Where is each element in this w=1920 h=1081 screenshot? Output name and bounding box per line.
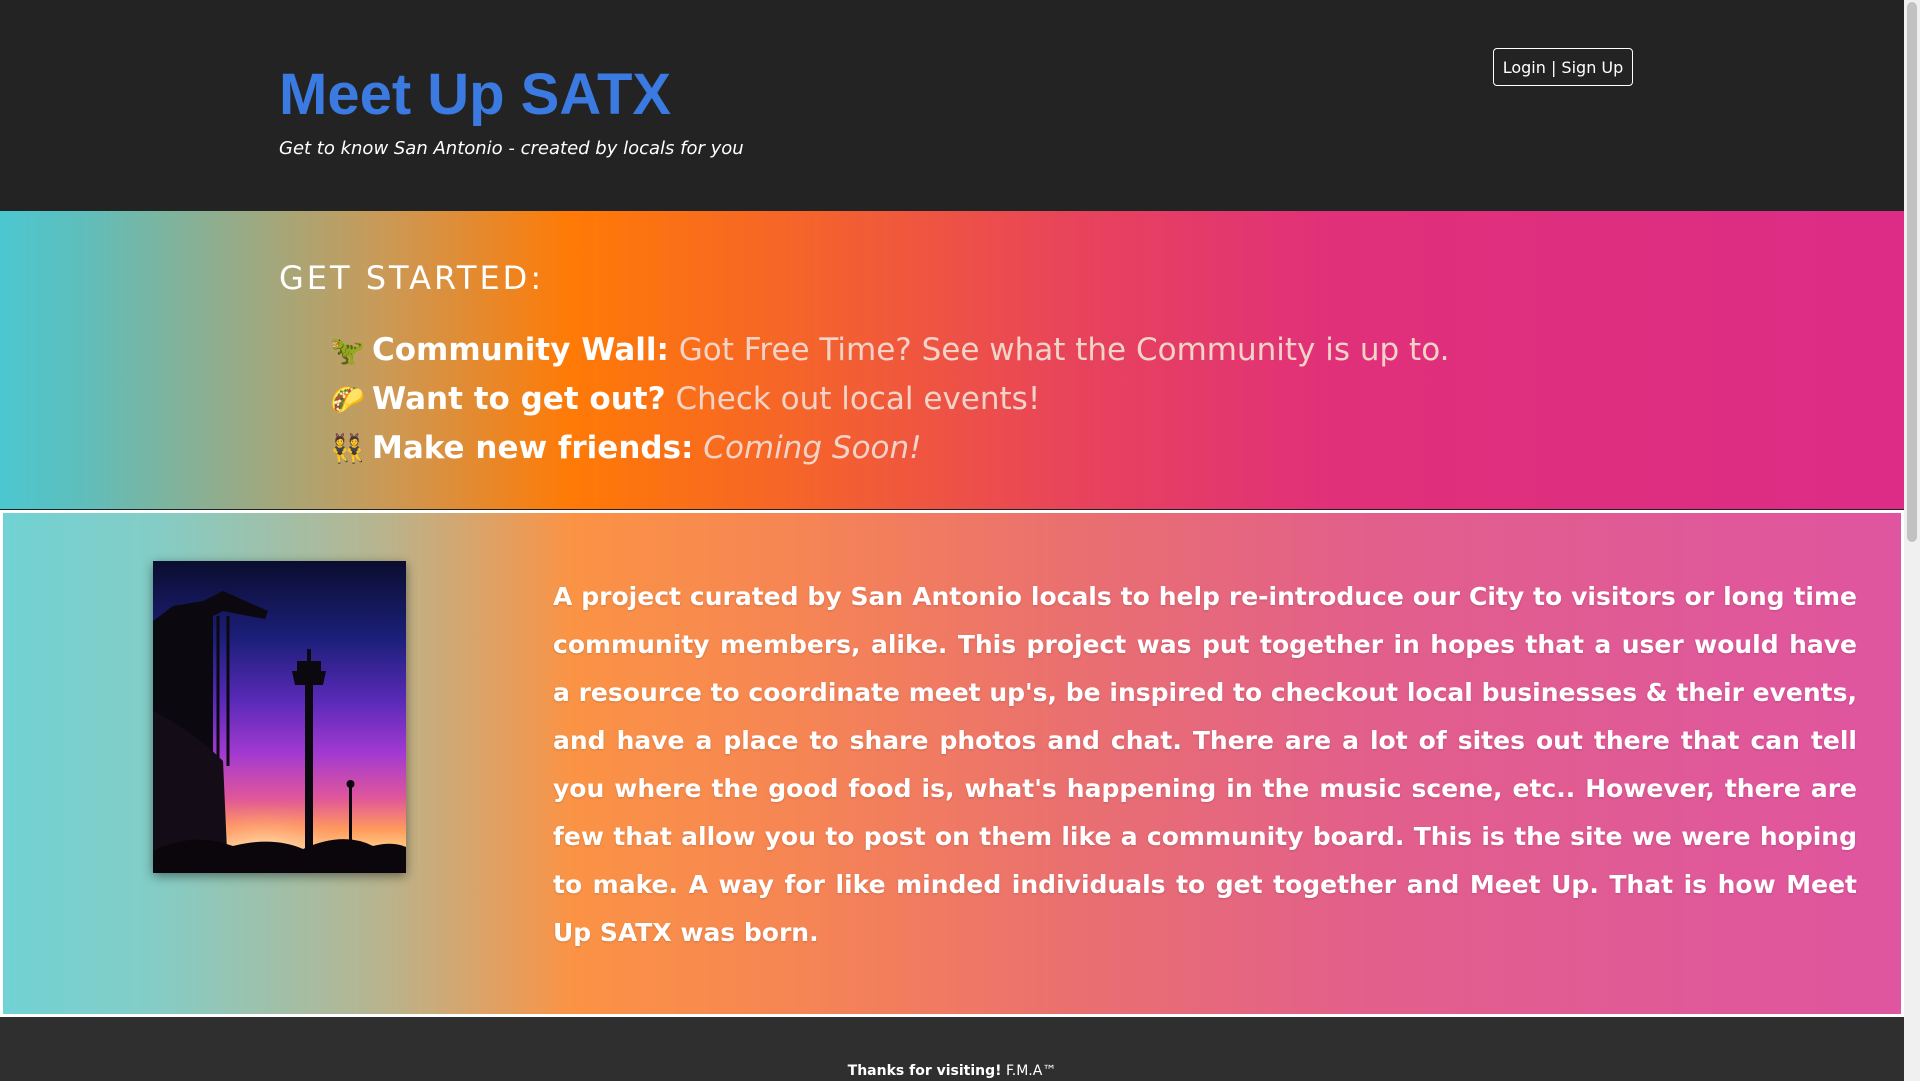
coming-soon-text: Coming Soon! [703, 430, 922, 466]
site-title[interactable]: Meet Up SATX [279, 60, 671, 130]
site-header: Meet Up SATX Get to know San Antonio - c… [0, 0, 1904, 211]
site-tagline: Get to know San Antonio - created by loc… [279, 138, 744, 159]
page: Meet Up SATX Get to know San Antonio - c… [0, 0, 1920, 1081]
get-started-list: 🦖 Community Wall: Got Free Time? See what… [330, 326, 1449, 473]
sunset-skyline-image [153, 561, 406, 873]
list-item-events: 🌮 Want to get out? Check out local events… [330, 375, 1449, 424]
vertical-scrollbar[interactable] [1904, 0, 1920, 1081]
footer-text: Thanks for visiting! F.M.A™ [0, 1063, 1904, 1079]
events-label: Want to get out? [372, 381, 666, 417]
site-footer: Thanks for visiting! F.M.A™ [0, 1017, 1904, 1081]
friends-label: Make new friends: [372, 430, 694, 466]
tower-of-americas-photo [153, 561, 406, 873]
list-item-friends: 👯 Make new friends: Coming Soon! [330, 424, 1449, 473]
scrollbar-thumb[interactable] [1907, 2, 1917, 542]
login-signup-button[interactable]: Login | Sign Up [1493, 48, 1633, 86]
get-started-banner: GET STARTED: 🦖 Community Wall: Got Free T… [0, 211, 1904, 509]
footer-credit: F.M.A™ [1001, 1063, 1057, 1079]
about-description: A project curated by San Antonio locals … [553, 582, 1857, 947]
footer-thanks: Thanks for visiting! [847, 1063, 1002, 1079]
about-section: A project curated by San Antonio locals … [0, 510, 1904, 1017]
community-wall-label: Community Wall: [372, 332, 669, 368]
taco-icon: 🌮 [330, 383, 365, 416]
get-started-heading: GET STARTED: [279, 259, 545, 297]
list-item-community-wall: 🦖 Community Wall: Got Free Time? See what… [330, 326, 1449, 375]
local-events-link[interactable]: Check out local events! [675, 381, 1040, 417]
community-wall-link[interactable]: Got Free Time? See what the Community is… [679, 332, 1450, 368]
friends-icon: 👯 [330, 432, 365, 465]
dinosaur-icon: 🦖 [330, 334, 365, 367]
